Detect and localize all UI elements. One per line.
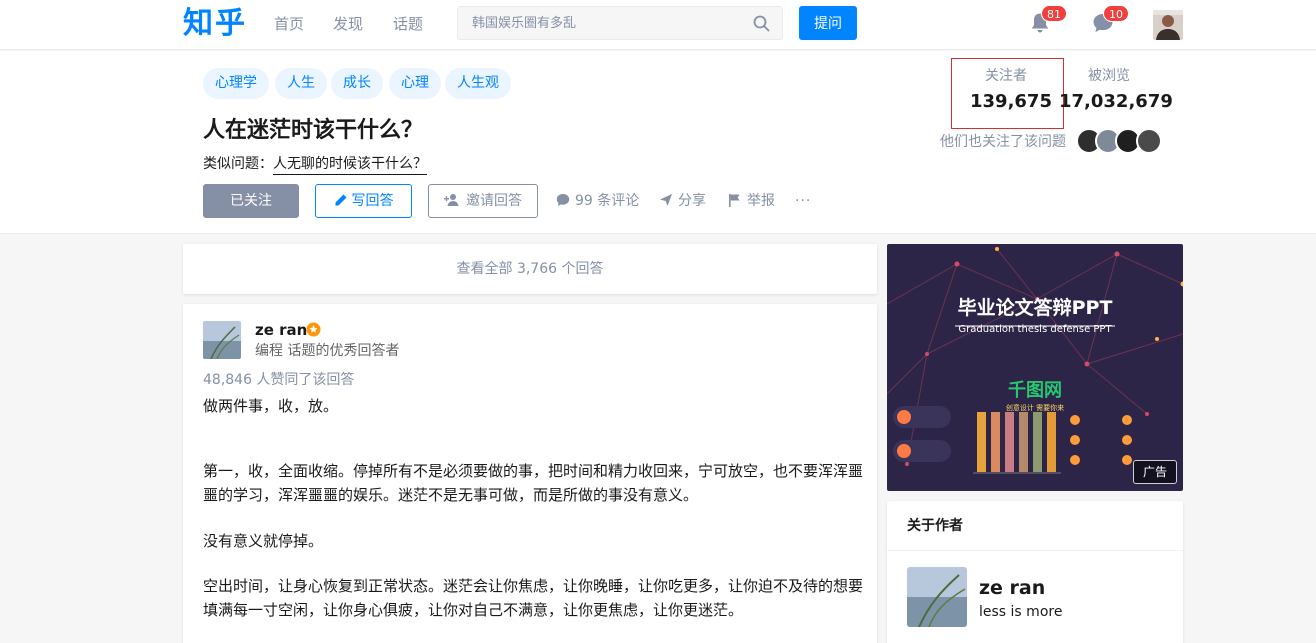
- author-bio: less is more: [979, 604, 1063, 620]
- ad-title: 毕业论文答辩PPT: [957, 297, 1113, 319]
- share-button[interactable]: 分享: [659, 192, 706, 210]
- nav-discover[interactable]: 发现: [333, 14, 363, 34]
- answer-vote-count: 48,846 人赞同了该回答: [203, 372, 355, 388]
- similar-question-label: 类似问题：: [203, 156, 273, 172]
- nav-topics[interactable]: 话题: [393, 14, 423, 34]
- ad-network-graphic: [887, 247, 1183, 474]
- answer-paragraph: 没有意义就停掉。: [203, 532, 324, 550]
- search-input[interactable]: [458, 7, 738, 39]
- ad-subtitle: Graduation thesis defense PPT: [958, 324, 1112, 335]
- messages-badge: 10: [1103, 5, 1129, 22]
- answer-paragraph: 做两件事，收，放。: [203, 397, 339, 415]
- similar-question-link[interactable]: 人无聊的时候该干什么？: [273, 156, 427, 175]
- write-answer-button[interactable]: 写回答: [315, 184, 412, 218]
- divider: [887, 550, 1183, 551]
- user-avatar[interactable]: [1153, 10, 1183, 40]
- pencil-icon: [335, 194, 346, 206]
- invite-answer-label: 邀请回答: [466, 193, 522, 209]
- search-icon[interactable]: [753, 15, 770, 36]
- answer-author-headline: 编程 话题的优秀回答者: [255, 343, 400, 359]
- followers-count: 139,675: [970, 91, 1052, 112]
- author-name[interactable]: ze ran: [979, 576, 1045, 600]
- author-avatar[interactable]: [907, 567, 967, 627]
- nav-home[interactable]: 首页: [274, 14, 304, 34]
- report-label: 举报: [747, 193, 775, 209]
- invite-answer-button[interactable]: 邀请回答: [428, 184, 538, 218]
- follow-question-button[interactable]: 已关注: [203, 184, 299, 218]
- share-icon: [660, 194, 672, 206]
- answer-paragraph: 空出时间，让身心恢复到正常状态。迷茫会让你焦虑，让你晚睡，让你吃更多，让你迫不及…: [203, 577, 864, 619]
- views-count: 17,032,679: [1059, 91, 1173, 112]
- about-author-card: 关于作者 ze ran less is more: [887, 501, 1183, 643]
- topic-tag[interactable]: 心理: [389, 68, 441, 99]
- ad-label: 广告: [1133, 460, 1177, 484]
- views-label: 被浏览: [1088, 68, 1130, 84]
- topic-tag[interactable]: 心理学: [203, 68, 269, 99]
- comment-icon: [556, 194, 570, 206]
- zhihu-logo[interactable]: 知乎: [183, 4, 247, 44]
- excellent-answerer-badge-icon[interactable]: [306, 322, 321, 341]
- about-author-title: 关于作者: [907, 518, 963, 534]
- topic-tag[interactable]: 人生观: [445, 68, 511, 99]
- more-options-button[interactable]: ···: [795, 192, 811, 210]
- answer-paragraph: 第一，收，全面收缩。停掉所有不是必须要做的事，把时间和精力收回来，宁可放空，也不…: [203, 462, 864, 504]
- answer-card: ze ran 编程 话题的优秀回答者 48,846 人赞同了该回答 做两件事，收…: [183, 304, 877, 643]
- question-header: 心理学 人生 成长 心理 人生观 人在迷茫时该干什么？ 类似问题：人无聊的时候该…: [0, 51, 1316, 234]
- notifications-badge: 81: [1041, 5, 1067, 22]
- comments-button[interactable]: 99 条评论: [556, 192, 639, 210]
- top-bar: 知乎 首页 发现 话题 提问 81 10: [0, 0, 1316, 50]
- ad-brand: 千图网: [1008, 380, 1062, 401]
- write-answer-label: 写回答: [351, 193, 394, 209]
- view-all-answers-button[interactable]: 查看全部 3,766 个回答: [183, 244, 877, 294]
- advertisement-banner[interactable]: 毕业论文答辩PPT Graduation thesis defense PPT …: [887, 244, 1183, 491]
- followers-label: 关注者: [985, 68, 1027, 84]
- ask-question-button[interactable]: 提问: [799, 6, 857, 40]
- answer-author-name[interactable]: ze ran: [255, 320, 307, 340]
- search-box: [457, 6, 783, 40]
- question-title: 人在迷茫时该干什么？: [203, 118, 424, 143]
- comments-label: 99 条评论: [575, 193, 640, 209]
- share-label: 分享: [678, 193, 706, 209]
- similar-question: 类似问题：人无聊的时候该干什么？: [203, 154, 427, 175]
- report-button[interactable]: 举报: [728, 192, 775, 210]
- topic-tag[interactable]: 人生: [275, 68, 327, 99]
- also-follow-label: 他们也关注了该问题: [940, 134, 1066, 150]
- answer-author-avatar[interactable]: [203, 321, 241, 359]
- flag-icon: [729, 194, 740, 207]
- ad-brand-slogan: 创意设计 需要你来: [1005, 404, 1065, 412]
- add-user-icon: [444, 194, 459, 206]
- follower-avatar[interactable]: [1136, 128, 1162, 154]
- topic-tag[interactable]: 成长: [331, 68, 383, 99]
